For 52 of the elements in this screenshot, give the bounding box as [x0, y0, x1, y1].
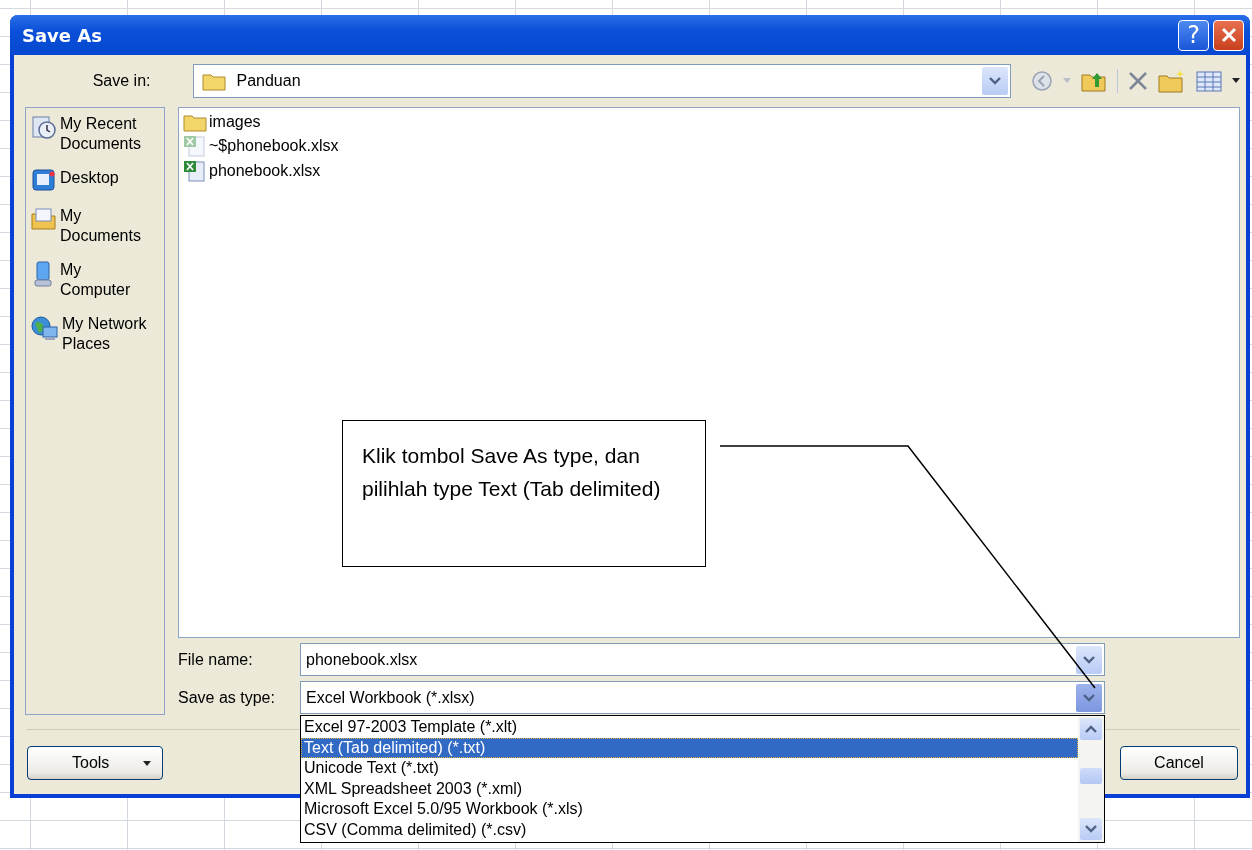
dropdown-arrow-button[interactable] — [1076, 683, 1102, 712]
save-in-dropdown[interactable]: Panduan — [193, 64, 1011, 98]
back-icon[interactable] — [1031, 70, 1053, 92]
desktop-icon — [31, 168, 57, 192]
close-icon — [1220, 27, 1237, 43]
tools-button[interactable]: Tools — [27, 746, 163, 780]
new-folder-icon[interactable] — [1158, 69, 1186, 93]
dropdown-option[interactable]: CSV (Comma delimited) (*.csv) — [301, 819, 1078, 841]
chevron-up-icon — [1085, 725, 1097, 733]
chevron-down-icon — [1083, 655, 1095, 664]
chevron-down-icon — [989, 77, 1001, 85]
cancel-button[interactable]: Cancel — [1120, 746, 1238, 780]
dropdown-option[interactable]: Microsoft Excel 5.0/95 Workbook (*.xls) — [301, 799, 1078, 820]
scrollbar[interactable] — [1078, 716, 1104, 842]
close-button[interactable] — [1213, 19, 1244, 51]
places-item[interactable]: My Recent Documents — [31, 114, 164, 154]
clock-document-icon — [31, 114, 57, 140]
file-name-value: phonebook.xlsx — [306, 650, 419, 669]
spreadsheet-file-icon — [183, 160, 207, 182]
places-item[interactable]: My Documents — [31, 206, 164, 246]
spreadsheet-file-icon — [183, 135, 207, 157]
places-item[interactable]: Desktop — [31, 168, 164, 192]
save-in-value: Panduan — [236, 72, 302, 90]
places-item[interactable]: My Network Places — [31, 314, 164, 354]
caret-icon — [143, 760, 152, 766]
file-name-field[interactable]: phonebook.xlsx — [300, 643, 1105, 676]
file-name-label: File name: — [178, 650, 254, 669]
dropdown-option[interactable]: XML Spreadsheet 2003 (*.xml) — [301, 778, 1078, 800]
save-as-type-label: Save as type: — [178, 688, 276, 707]
folder-icon — [183, 112, 207, 132]
places-item[interactable]: My Computer — [31, 260, 164, 300]
dropdown-option[interactable]: Unicode Text (*.txt) — [301, 758, 1078, 779]
scrollbar-thumb[interactable] — [1080, 768, 1102, 784]
window-title: Save As — [22, 24, 102, 46]
save-in-label: Save in: — [91, 72, 151, 90]
file-item[interactable]: ~$phonebook.xlsx — [183, 135, 339, 157]
chevron-down-icon — [1085, 825, 1097, 833]
delete-icon[interactable] — [1128, 71, 1148, 91]
views-grid-icon[interactable] — [1196, 70, 1222, 92]
save-as-type-value: Excel Workbook (*.xlsx) — [306, 688, 476, 707]
folder-icon — [202, 71, 227, 91]
chevron-down-icon — [1083, 693, 1095, 702]
dropdown-caret-icon[interactable] — [1232, 78, 1240, 84]
documents-folder-icon — [31, 206, 57, 230]
callout-text: Klik tombol Save As type, dan pilihlah type Text (Tab delimited) — [362, 443, 662, 502]
dropdown-option[interactable]: Excel 97-2003 Template (*.xlt) — [301, 717, 1078, 738]
help-button[interactable]: ? — [1178, 19, 1209, 51]
network-globe-icon — [31, 314, 59, 342]
file-item[interactable]: phonebook.xlsx — [183, 160, 321, 182]
dropdown-option[interactable]: Text (Tab delimited) (*.txt) — [301, 737, 1078, 759]
file-item[interactable]: images — [183, 112, 261, 132]
dropdown-arrow-button[interactable] — [1076, 645, 1102, 674]
